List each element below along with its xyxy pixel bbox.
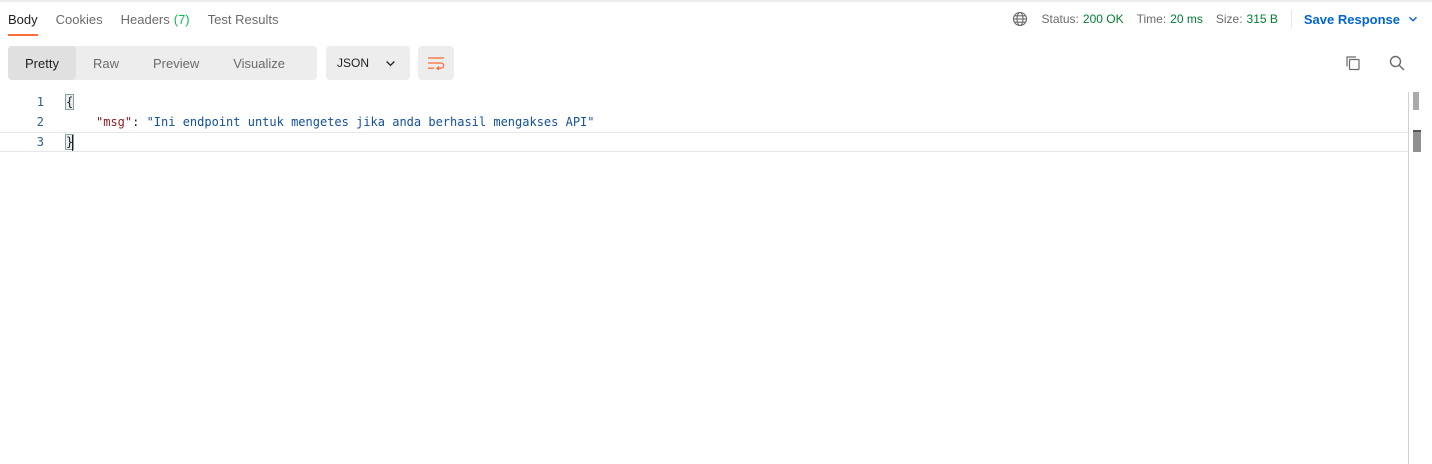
status-label: Status: <box>1041 12 1079 26</box>
tab-body[interactable]: Body <box>8 2 38 36</box>
view-raw-label: Raw <box>92 55 119 71</box>
copy-icon <box>1346 56 1360 71</box>
view-raw-button[interactable]: Raw <box>76 46 136 80</box>
editor-scrollbar-track[interactable] <box>1408 92 1409 464</box>
view-visualize-label: Visualize <box>233 55 286 71</box>
json-colon: : <box>132 115 147 129</box>
chevron-down-icon <box>1409 16 1417 22</box>
headers-count-badge: (7) <box>173 11 190 27</box>
wrap-lines-icon <box>428 57 445 70</box>
format-value: JSON <box>337 56 370 70</box>
view-preview-label: Preview <box>152 55 200 71</box>
globe-icon[interactable] <box>1012 11 1028 27</box>
format-dropdown[interactable]: JSON <box>326 46 410 80</box>
line-number: 2 <box>36 115 44 129</box>
save-response-button[interactable]: Save Response <box>1304 12 1418 27</box>
code-line: 1 { <box>0 92 1408 112</box>
json-key: "msg" <box>96 115 133 129</box>
tab-test-results-label: Test Results <box>207 11 279 27</box>
status-value: 200 OK <box>1082 12 1124 26</box>
response-body-editor[interactable]: 1 { 2 "msg": "Ini endpoint untuk mengete… <box>0 92 1408 464</box>
response-size[interactable]: Size: 315 B <box>1216 12 1278 26</box>
code-line: 2 "msg": "Ini endpoint untuk mengetes ji… <box>0 112 1408 132</box>
search-button[interactable] <box>1386 52 1408 74</box>
status-divider <box>1290 10 1292 28</box>
tab-headers[interactable]: Headers (7) <box>121 2 190 36</box>
code-line-current: 3 } <box>0 132 1408 152</box>
view-pretty-button[interactable]: Pretty <box>8 46 76 80</box>
editor-scrollbar-marker <box>1413 130 1421 152</box>
view-visualize-button[interactable]: Visualize <box>216 46 302 80</box>
tab-cookies-label: Cookies <box>55 11 103 27</box>
wrap-lines-button[interactable] <box>418 46 454 80</box>
tab-test-results[interactable]: Test Results <box>208 2 279 36</box>
view-preview-button[interactable]: Preview <box>136 46 216 80</box>
view-mode-group: Pretty Raw Preview Visualize <box>8 46 317 80</box>
line-number: 3 <box>36 135 44 149</box>
time-label: Time: <box>1136 12 1167 26</box>
size-value: 315 B <box>1246 12 1278 26</box>
response-time[interactable]: Time: 20 ms <box>1137 12 1203 26</box>
search-icon <box>1389 55 1405 71</box>
tab-cookies[interactable]: Cookies <box>56 2 103 36</box>
open-brace: { <box>64 94 75 110</box>
time-value: 20 ms <box>1170 12 1203 26</box>
response-tabs: Body Cookies Headers (7) Test Results <box>0 2 296 36</box>
chevron-down-icon <box>386 60 395 66</box>
save-response-label: Save Response <box>1303 11 1400 27</box>
tab-body-label: Body <box>8 11 38 27</box>
code-content: "msg": "Ini endpoint untuk mengetes jika… <box>96 115 595 129</box>
size-label: Size: <box>1215 12 1243 26</box>
tab-headers-label: Headers <box>120 11 170 27</box>
view-pretty-label: Pretty <box>25 55 59 71</box>
code-content: { <box>64 94 75 110</box>
json-string-value: "Ini endpoint untuk mengetes jika anda b… <box>146 115 595 129</box>
status-code[interactable]: Status: 200 OK <box>1042 12 1124 26</box>
line-number: 1 <box>36 95 44 109</box>
copy-button[interactable] <box>1342 52 1364 74</box>
response-status-bar: Status: 200 OK Time: 20 ms Size: 315 B Save… <box>1012 2 1432 36</box>
text-cursor <box>72 135 73 151</box>
editor-scrollbar-thumb[interactable] <box>1413 92 1419 110</box>
